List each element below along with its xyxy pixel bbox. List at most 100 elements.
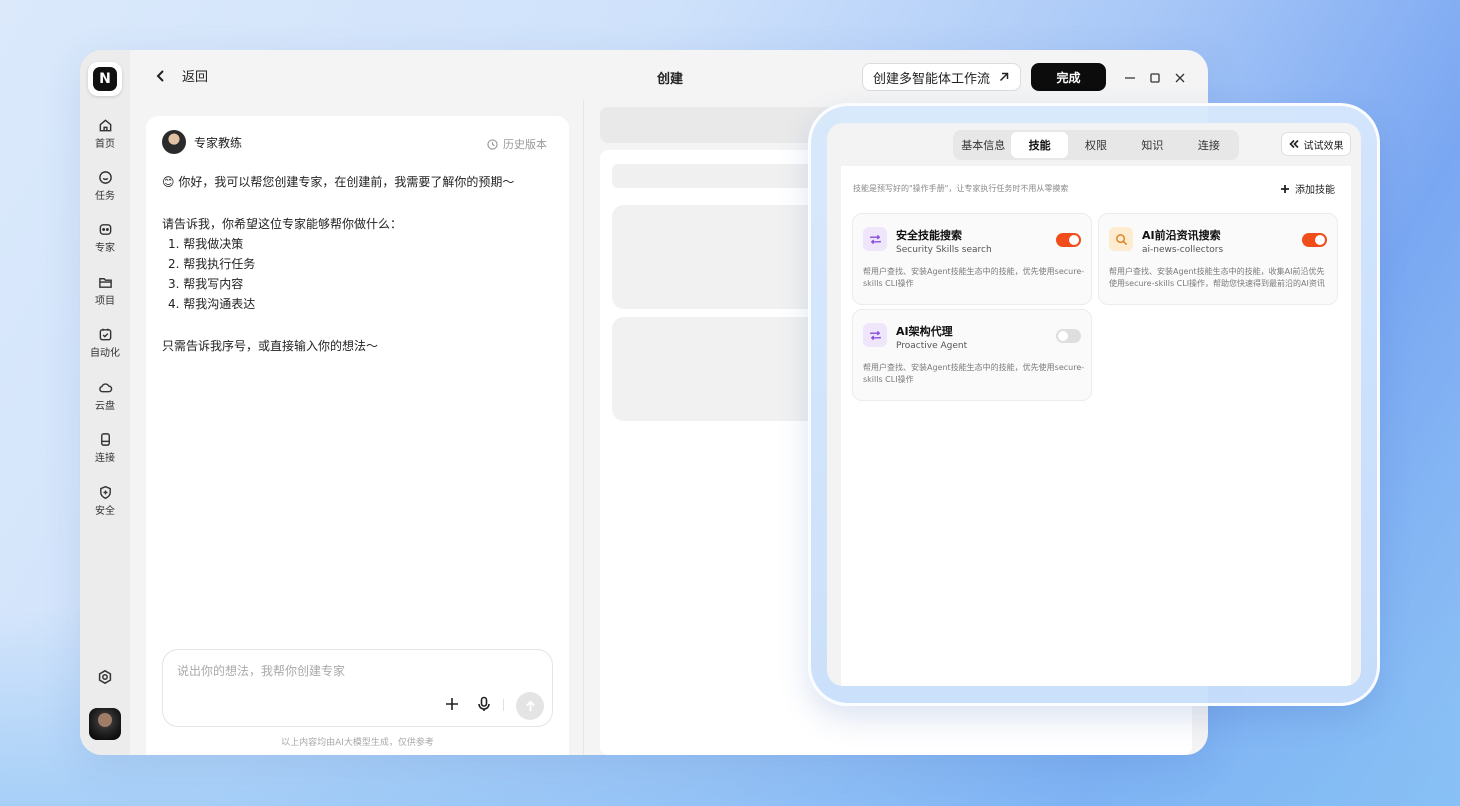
chevron-left-icon [156,69,164,82]
skill-subtitle: Proactive Agent [896,341,968,351]
skills-popup: 基本信息 技能 权限 知识 连接 试试效果 技能是预写好的"操作手册"，让专家执… [808,103,1380,706]
skill-card[interactable]: 安全技能搜索 Security Skills search 帮用户查找、安装Ag… [852,213,1092,305]
microphone-icon [478,696,490,711]
try-effect-label: 试试效果 [1303,140,1344,152]
sidebar-item-label: 专家 [95,243,115,254]
skeleton-header [600,107,840,143]
history-version-button[interactable]: 历史版本 [487,136,547,152]
skills-hint: 技能是预写好的"操作手册"，让专家执行任务时不用从零摸索 [853,184,1069,193]
sidebar-item-label: 自动化 [90,348,120,359]
tab-skills[interactable]: 技能 [1011,132,1068,158]
chat-input[interactable] [177,664,517,678]
sidebar-item-home[interactable]: 首页 [80,118,130,162]
close-button[interactable] [1174,69,1186,83]
chat-icon [98,171,112,184]
sidebar-item-label: 项目 [95,296,115,307]
sidebar-item-tasks[interactable]: 任务 [80,170,130,214]
close-icon [1175,73,1185,83]
try-effect-button[interactable]: 试试效果 [1281,132,1351,156]
sidebar-item-security[interactable]: 安全 [80,485,130,529]
cloud-icon [98,383,112,393]
skill-description: 帮用户查找、安装Agent技能生态中的技能，优先使用secure-skills … [863,267,1085,288]
sidebar-item-connect[interactable]: 连接 [80,432,130,476]
sidebar-item-label: 连接 [95,453,115,464]
device-icon [100,433,110,446]
tab-permissions[interactable]: 权限 [1068,132,1124,158]
panel-divider [583,100,584,755]
double-chevron-left-icon [1288,139,1299,149]
shield-icon [99,485,111,500]
tab-knowledge[interactable]: 知识 [1124,132,1180,158]
sidebar-item-cloud[interactable]: 云盘 [80,380,130,424]
skill-icon-box [1109,227,1133,251]
back-button[interactable]: 返回 [154,66,208,85]
arrow-up-right-icon [999,72,1009,82]
topbar: 返回 创建 创建多智能体工作流 完成 [130,50,1208,100]
option-item: 2. 帮我执行任务 [168,257,256,271]
gear-icon [98,669,112,685]
skill-title: AI架构代理 [896,325,953,338]
settings-button[interactable] [97,669,113,685]
done-button[interactable]: 完成 [1031,63,1106,91]
ai-disclaimer: 以上内容均由AI大模型生成，仅供参考 [281,738,434,748]
create-workflow-label: 创建多智能体工作流 [872,71,990,87]
back-label: 返回 [182,70,209,85]
send-button[interactable] [516,692,544,720]
tab-connections[interactable]: 连接 [1181,132,1237,158]
option-item: 3. 帮我写内容 [168,277,244,291]
plus-icon [446,698,458,710]
folder-icon [98,278,112,288]
skill-toggle[interactable] [1056,233,1081,247]
minimize-icon [1125,77,1135,79]
repeat-icon [869,234,881,244]
skill-toggle[interactable] [1302,233,1327,247]
create-workflow-button[interactable]: 创建多智能体工作流 [862,63,1021,91]
add-attachment-button[interactable] [444,696,460,712]
skill-toggle[interactable] [1056,329,1081,343]
voice-input-button[interactable] [476,696,492,712]
skill-description: 帮用户查找、安装Agent技能生态中的技能，收集AI前沿优先使用secure-s… [1109,267,1325,288]
chat-header: 专家教练 [162,130,242,154]
history-label: 历史版本 [503,138,547,151]
skill-subtitle: ai-news-collectors [1142,245,1224,255]
option-item: 1. 帮我做决策 [168,237,244,251]
user-avatar[interactable] [89,708,121,740]
expert-avatar [162,130,186,154]
sidebar-item-label: 首页 [95,139,115,150]
search-sparkle-icon [1115,233,1127,245]
sidebar: N 首页 任务 专家 项目 自动化 云盘 连接 安全 [80,50,130,755]
minimize-button[interactable] [1124,69,1136,81]
skill-title: AI前沿资讯搜索 [1142,229,1221,242]
skill-title: 安全技能搜索 [896,229,962,242]
skill-description: 帮用户查找、安装Agent技能生态中的技能，优先使用secure-skills … [863,363,1085,384]
chat-input-box [162,649,553,727]
skill-icon-box [863,323,887,347]
skill-icon-box [863,227,887,251]
sidebar-item-label: 安全 [95,506,115,517]
sidebar-item-experts[interactable]: 专家 [80,222,130,266]
page-title: 创建 [657,72,684,87]
maximize-button[interactable] [1149,69,1161,83]
add-skill-button[interactable]: 添加技能 [1280,181,1335,196]
skill-card[interactable]: AI前沿资讯搜索 ai-news-collectors 帮用户查找、安装Agen… [1098,213,1338,305]
question-message: 请告诉我，你希望这位专家能够帮你做什么： [162,217,403,231]
skills-popup-content: 基本信息 技能 权限 知识 连接 试试效果 技能是预写好的"操作手册"，让专家执… [827,123,1361,686]
maximize-icon [1150,73,1160,83]
app-logo[interactable]: N [88,62,122,96]
clock-icon [487,138,498,150]
expert-name: 专家教练 [194,135,243,150]
sidebar-item-label: 任务 [95,191,115,202]
greeting-message: 😊 你好，我可以帮您创建专家，在创建前，我需要了解你的预期～ [162,175,515,189]
sidebar-item-projects[interactable]: 项目 [80,275,130,319]
skill-card[interactable]: AI架构代理 Proactive Agent 帮用户查找、安装Agent技能生态… [852,309,1092,401]
skill-subtitle: Security Skills search [896,245,992,255]
plus-icon [1281,184,1289,193]
bot-icon [99,224,111,235]
option-item: 4. 帮我沟通表达 [168,297,256,311]
sidebar-item-label: 云盘 [95,401,115,412]
arrow-up-icon [525,700,535,711]
tab-basic-info[interactable]: 基本信息 [955,132,1011,158]
home-icon [99,119,111,132]
sidebar-item-automation[interactable]: 自动化 [80,327,130,371]
skills-list-area: 技能是预写好的"操作手册"，让专家执行任务时不用从零摸索 添加技能 安全技能搜索… [841,166,1351,686]
